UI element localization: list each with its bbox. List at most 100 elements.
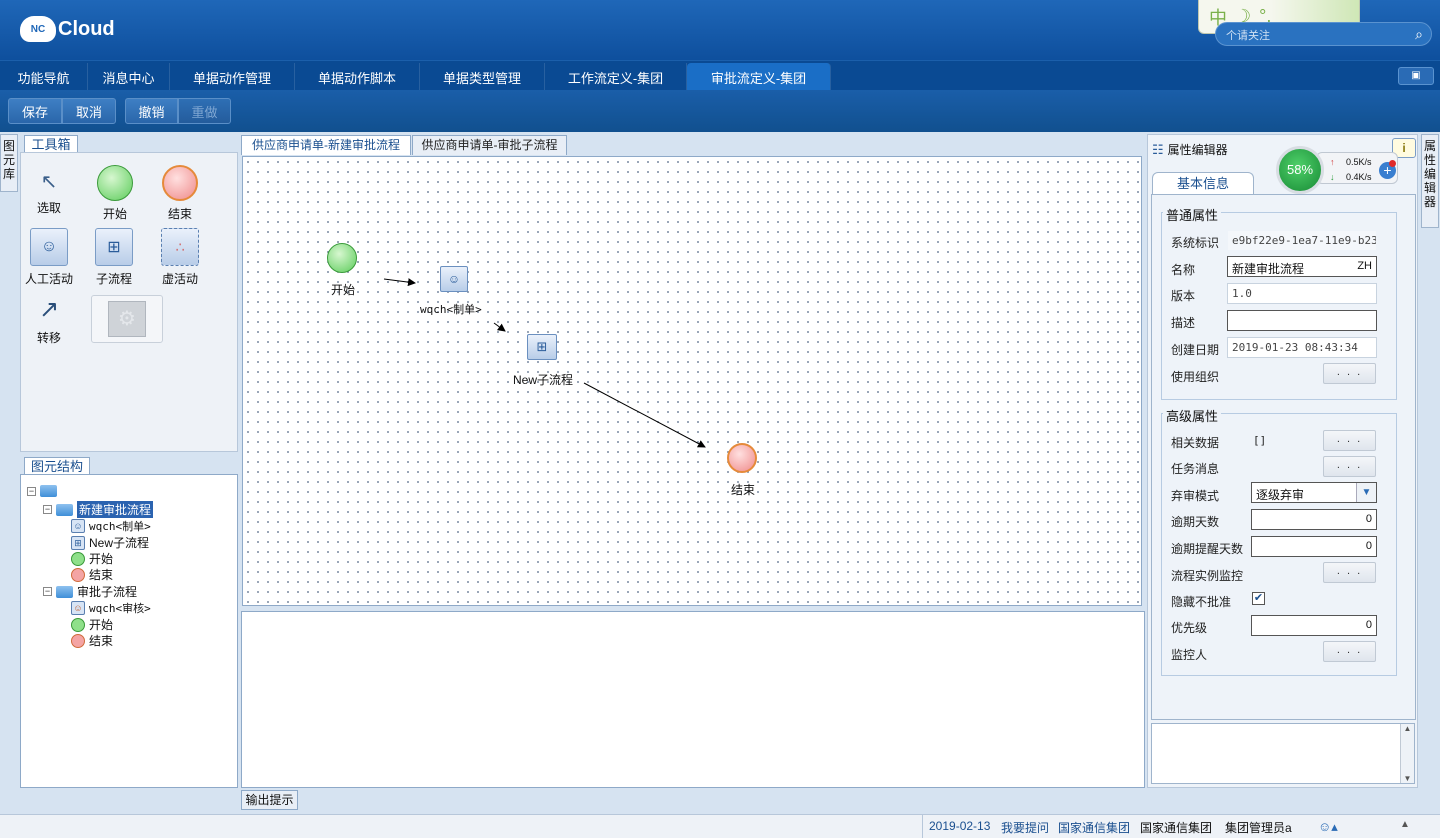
collapse-icon[interactable]: − [27,486,36,496]
abandon-mode-select[interactable]: 逐级弃审 ▼ [1251,482,1377,503]
overdue-days-field[interactable]: 0 [1251,509,1377,530]
name-field[interactable]: 新建审批流程 ZH [1227,256,1377,277]
property-editor-strip[interactable]: 属性编辑器 [1421,134,1439,228]
description-scrollbar[interactable]: ▲ ▼ [1400,724,1414,783]
tool-virtual-activity[interactable]: ∴ 虚活动 [157,228,203,287]
user-menu-icon[interactable]: ☺▴ [1318,819,1338,835]
task-message-button[interactable]: . . . [1323,456,1376,477]
tool-transfer-label: 转移 [36,331,61,345]
description-label: 描述 [1171,316,1196,330]
name-label: 名称 [1171,263,1196,277]
monitor-user-label: 监控人 [1171,648,1208,662]
tree-item[interactable]: ☺ wqch<制单> [71,518,151,534]
tree-item[interactable]: 结束 [71,632,113,649]
start-circle-icon [71,617,85,632]
tool-start-label: 开始 [102,207,127,221]
tool-manual-activity[interactable]: ☺ 人工活动 [24,228,74,287]
doc-tab-new-approval-flow[interactable]: 供应商申请单-新建审批流程 [241,135,411,155]
tree-item-label: wqch<制单> [89,520,151,533]
tab-approval-flow-def[interactable]: 审批流定义-集团 [687,63,831,91]
hide-reject-checkbox[interactable]: ✔ [1252,592,1265,605]
start-node[interactable] [327,243,357,273]
instance-monitor-button[interactable]: . . . [1323,562,1376,583]
transition-arrow[interactable] [583,382,706,448]
tree-item[interactable]: 开始 [71,616,113,633]
scroll-down-icon[interactable]: ▼ [1401,774,1414,783]
end-node-label: 结束 [731,483,756,497]
tab-function-nav[interactable]: 功能导航 [0,63,88,91]
task-node[interactable]: ☺ [440,266,468,292]
tool-select[interactable]: ↖ 选取 [29,169,69,216]
collapse-icon[interactable]: − [43,505,52,514]
action-toolbar: 保存 取消 撤销 重做 [0,90,1440,132]
related-data-button[interactable]: . . . [1323,430,1376,451]
related-data-value: [] [1253,434,1267,447]
main-tab-bar: 功能导航 消息中心 单据动作管理 单据动作脚本 单据类型管理 工作流定义-集团 … [0,60,1440,91]
priority-label: 优先级 [1171,621,1208,635]
status-group: 国家通信集团 [1140,821,1213,835]
network-speed-widget[interactable]: 58% ↑ 0.5K/s ↓ 0.4K/s + [1276,146,1402,194]
use-org-button[interactable]: . . . [1323,363,1376,384]
transition-arrow[interactable] [383,278,416,287]
tree-flow-1[interactable]: − 新建审批流程 [43,501,154,518]
tree-flow-2[interactable]: − 审批子流程 [43,583,137,600]
tree-item-label: wqch<审核> [89,602,151,615]
scroll-up-icon[interactable]: ▲ [1401,724,1414,733]
element-library-strip[interactable]: 图元库 [0,134,18,192]
tree-item[interactable]: ☺ wqch<审核> [71,600,151,616]
end-circle-icon [71,567,85,582]
tree-item[interactable]: 开始 [71,550,113,567]
transition-arrow[interactable] [493,322,506,332]
create-date-label: 创建日期 [1171,343,1220,357]
overdue-remind-field[interactable]: 0 [1251,536,1377,557]
tree-item[interactable]: ⊞ New子流程 [71,534,149,551]
status-divider [922,815,923,838]
tab-doc-action-mgmt[interactable]: 单据动作管理 [170,63,295,91]
tree-flow-2-label: 审批子流程 [77,585,138,599]
tool-subflow[interactable]: ⊞ 子流程 [91,228,137,287]
tool-transfer[interactable]: ↗ 转移 [29,295,69,346]
search-icon[interactable]: ⌕ [1415,26,1423,43]
redo-button[interactable]: 重做 [178,98,231,124]
collapse-icon[interactable]: − [43,587,52,596]
status-group-link[interactable]: 国家通信集团 [1058,819,1130,836]
tree-item-label: 开始 [89,618,114,632]
description-field[interactable] [1227,310,1377,331]
chevron-down-icon[interactable]: ▼ [1356,483,1376,502]
tree-root[interactable]: − [27,485,57,497]
monitor-user-button[interactable]: . . . [1323,641,1376,662]
tool-manual-label: 人工活动 [24,272,73,286]
subflow-node[interactable]: ⊞ [527,334,557,360]
tree-item[interactable]: 结束 [71,566,113,583]
tool-subflow-label: 子流程 [95,272,132,286]
tab-workflow-def[interactable]: 工作流定义-集团 [545,63,687,91]
doc-tab-approval-subflow[interactable]: 供应商申请单-审批子流程 [412,135,567,155]
undo-button[interactable]: 撤销 [125,98,178,124]
output-panel [241,611,1145,788]
maximize-icon[interactable]: ▣ [1398,67,1434,85]
cancel-button[interactable]: 取消 [62,98,116,124]
tool-end[interactable]: 结束 [160,165,200,222]
download-speed-value: 0.4K/s [1346,172,1372,182]
user-activity-icon: ☺ [71,519,85,533]
end-node[interactable] [727,443,757,473]
search-input[interactable]: 个请关注 ⌕ [1215,22,1432,46]
folder-icon [56,503,73,516]
folder-icon [56,585,73,598]
collapse-up-icon[interactable]: ▲ [1400,819,1410,830]
save-button[interactable]: 保存 [8,98,62,124]
tab-doc-action-script[interactable]: 单据动作脚本 [295,63,420,91]
output-tab[interactable]: 输出提示 [241,790,298,810]
tool-start[interactable]: 开始 [95,165,135,222]
advanced-properties-title: 高级属性 [1163,406,1222,425]
tab-basic-info[interactable]: 基本信息 [1152,172,1254,194]
tab-doc-type-mgmt[interactable]: 单据类型管理 [420,63,545,91]
tab-message-center[interactable]: 消息中心 [88,63,170,91]
abandon-mode-label: 弃审模式 [1171,489,1220,503]
overdue-days-label: 逾期天数 [1171,515,1220,529]
top-header: NC Cloud 中 ☽ °, 个请关注 ⌕ [0,0,1440,60]
ask-question-link[interactable]: 我要提问 [1001,819,1049,836]
priority-field[interactable]: 0 [1251,615,1377,636]
flow-canvas[interactable]: 开始 ☺ wqch<制单> ⊞ New子流程 结束 [242,156,1142,606]
tree-item-label: 结束 [89,634,114,648]
